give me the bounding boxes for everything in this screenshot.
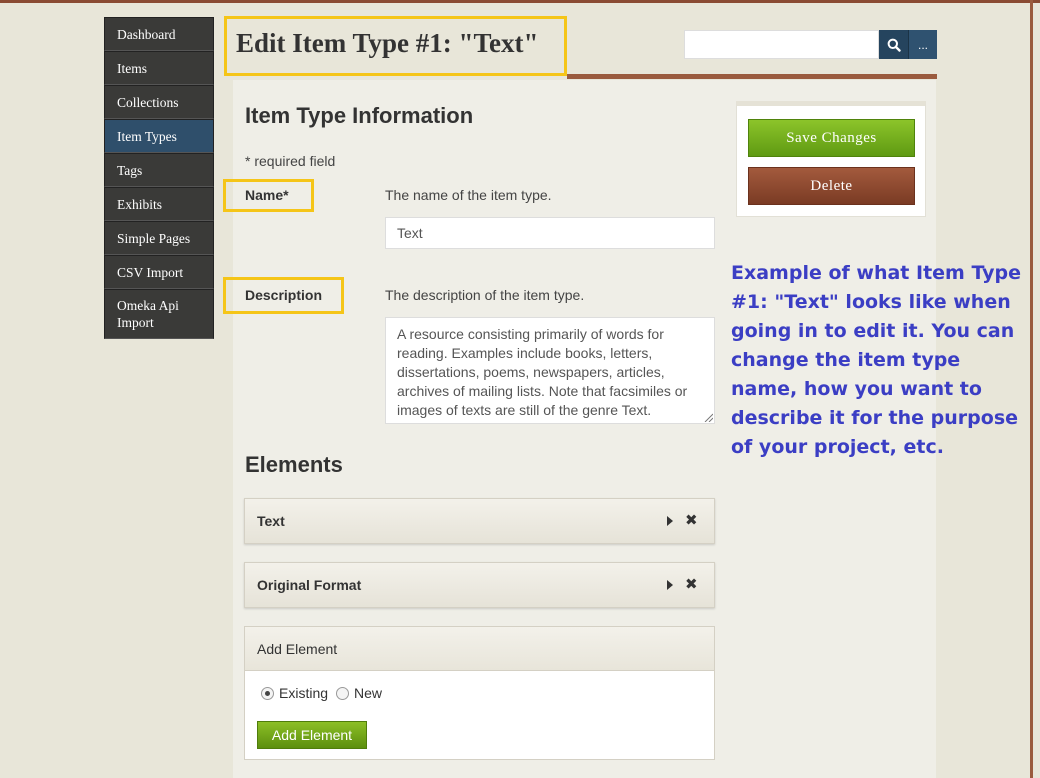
- element-name: Text: [257, 513, 285, 529]
- section-title-item-type-info: Item Type Information: [245, 103, 474, 128]
- sidebar-item-item-types[interactable]: Item Types: [104, 119, 214, 153]
- sidebar-nav: Dashboard Items Collections Item Types T…: [104, 17, 214, 339]
- sidebar-item-items[interactable]: Items: [104, 51, 214, 85]
- description-help-text: The description of the item type.: [385, 287, 585, 303]
- page-title: Edit Item Type #1: "Text": [236, 28, 539, 58]
- radio-existing[interactable]: [261, 686, 274, 700]
- element-row-text[interactable]: Text ✖: [244, 498, 715, 544]
- sidebar-item-dashboard[interactable]: Dashboard: [104, 17, 214, 51]
- sidebar-item-exhibits[interactable]: Exhibits: [104, 187, 214, 221]
- name-input[interactable]: Text: [385, 217, 715, 249]
- name-help-text: The name of the item type.: [385, 187, 552, 203]
- expand-arrow-icon[interactable]: [667, 516, 673, 526]
- sidebar-item-csv-import[interactable]: CSV Import: [104, 255, 214, 289]
- radio-new-label: New: [354, 685, 383, 701]
- search-button[interactable]: [879, 30, 908, 59]
- add-element-panel: Add Element Existing New Add Element: [244, 626, 715, 760]
- sidebar-item-tags[interactable]: Tags: [104, 153, 214, 187]
- sidebar-item-omeka-api-import[interactable]: Omeka Api Import: [104, 289, 214, 339]
- delete-button[interactable]: Delete: [748, 167, 915, 205]
- search-input[interactable]: [684, 30, 879, 59]
- description-textarea[interactable]: A resource consisting primarily of words…: [385, 317, 715, 424]
- radio-existing-label: Existing: [279, 685, 329, 701]
- name-label: Name*: [245, 187, 289, 203]
- radio-new[interactable]: [336, 686, 350, 700]
- sidebar-item-collections[interactable]: Collections: [104, 85, 214, 119]
- search-icon: [887, 38, 901, 52]
- resize-grip-icon[interactable]: [703, 412, 713, 422]
- advanced-search-button[interactable]: ...: [908, 30, 937, 59]
- element-name: Original Format: [257, 577, 362, 593]
- annotation-note: Example of what Item Type #1: "Text" loo…: [731, 262, 1022, 458]
- element-type-options: Existing New: [261, 685, 382, 701]
- description-label: Description: [245, 287, 323, 303]
- remove-icon[interactable]: ✖: [685, 511, 698, 529]
- save-changes-button[interactable]: Save Changes: [748, 119, 915, 157]
- sidebar-item-simple-pages[interactable]: Simple Pages: [104, 221, 214, 255]
- title-divider: [567, 74, 937, 79]
- add-element-header: Add Element: [245, 627, 714, 671]
- element-row-original-format[interactable]: Original Format ✖: [244, 562, 715, 608]
- required-field-note: * required field: [245, 153, 336, 169]
- remove-icon[interactable]: ✖: [685, 575, 698, 593]
- top-border: [0, 0, 1040, 3]
- add-element-button[interactable]: Add Element: [257, 721, 367, 749]
- section-title-elements: Elements: [245, 452, 343, 477]
- expand-arrow-icon[interactable]: [667, 580, 673, 590]
